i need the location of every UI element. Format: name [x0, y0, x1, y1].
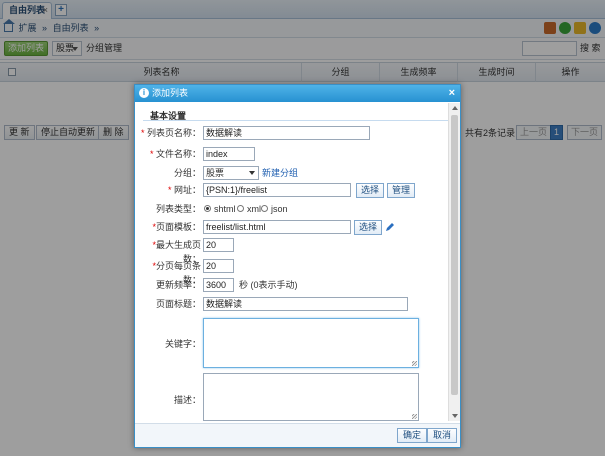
- close-icon[interactable]: ×: [449, 85, 455, 102]
- list-name-label-text: 列表页名称：: [146, 128, 201, 138]
- max-pages-input[interactable]: 20: [203, 238, 234, 252]
- list-type-label: 列表类型：: [155, 204, 201, 214]
- dialog-footer: 确定 取消: [135, 423, 460, 447]
- list-name-label: * 列表页名称：: [139, 126, 201, 140]
- scroll-thumb[interactable]: [451, 115, 458, 395]
- template-select-button[interactable]: 选择: [354, 220, 383, 235]
- group-select-value: 股票: [206, 168, 225, 178]
- url-label-text: 网址：: [173, 185, 201, 195]
- group-label: 分组：: [173, 168, 201, 178]
- file-name-input[interactable]: index: [203, 147, 255, 161]
- per-page-input[interactable]: 20: [203, 259, 234, 273]
- dialog-scrollbar[interactable]: [448, 103, 460, 421]
- section-divider: [143, 120, 450, 121]
- resize-grip-icon[interactable]: [412, 414, 417, 419]
- ok-button[interactable]: 确定: [397, 428, 428, 443]
- dialog-title: 添加列表: [152, 88, 189, 98]
- page-title-label: 页面标题：: [155, 299, 201, 309]
- freq-unit: 秒 (0表示手动): [239, 280, 298, 290]
- template-input[interactable]: freelist/list.html: [203, 220, 351, 234]
- radio-json[interactable]: [261, 205, 268, 212]
- file-name-label: * 文件名称：: [139, 147, 201, 161]
- url-select-button[interactable]: 选择: [356, 183, 385, 198]
- radio-shtml[interactable]: [204, 205, 211, 212]
- cancel-button[interactable]: 取消: [427, 428, 458, 443]
- group-select[interactable]: 股票: [203, 166, 259, 180]
- template-label-text: 页面模板：: [155, 222, 201, 232]
- new-group-link[interactable]: 新建分组: [262, 166, 298, 180]
- url-input[interactable]: {PSN:1}/freelist: [203, 183, 351, 197]
- pencil-icon[interactable]: [385, 222, 395, 232]
- radio-json-label[interactable]: json: [271, 202, 288, 216]
- url-label: * 网址：: [139, 183, 201, 197]
- freq-input[interactable]: 3600: [203, 278, 234, 292]
- desc-label: 描述：: [173, 395, 201, 405]
- file-name-label-text: 文件名称：: [155, 149, 201, 159]
- radio-xml-label[interactable]: xml: [247, 202, 261, 216]
- keywords-label: 关键字：: [164, 339, 201, 349]
- chevron-down-icon: [249, 171, 255, 175]
- freq-label: 更新频率：: [155, 280, 201, 290]
- list-name-input[interactable]: 数据解读: [203, 126, 370, 140]
- dialog-header: i 添加列表 ×: [135, 85, 460, 102]
- radio-shtml-label[interactable]: shtml: [214, 202, 236, 216]
- template-label: *页面模板：: [139, 220, 201, 234]
- add-list-dialog: i 添加列表 × 基本设置 * 列表页名称： 数据解读 * 文件名称： inde…: [134, 84, 461, 448]
- resize-grip-icon[interactable]: [412, 361, 417, 366]
- page-title-input[interactable]: 数据解读: [203, 297, 408, 311]
- scroll-down-icon[interactable]: [452, 414, 458, 418]
- url-manage-button[interactable]: 管理: [387, 183, 416, 198]
- scroll-up-icon[interactable]: [452, 106, 458, 110]
- keywords-textarea[interactable]: [203, 318, 419, 368]
- desc-textarea[interactable]: [203, 373, 419, 421]
- info-icon: i: [139, 88, 149, 98]
- radio-xml[interactable]: [237, 205, 244, 212]
